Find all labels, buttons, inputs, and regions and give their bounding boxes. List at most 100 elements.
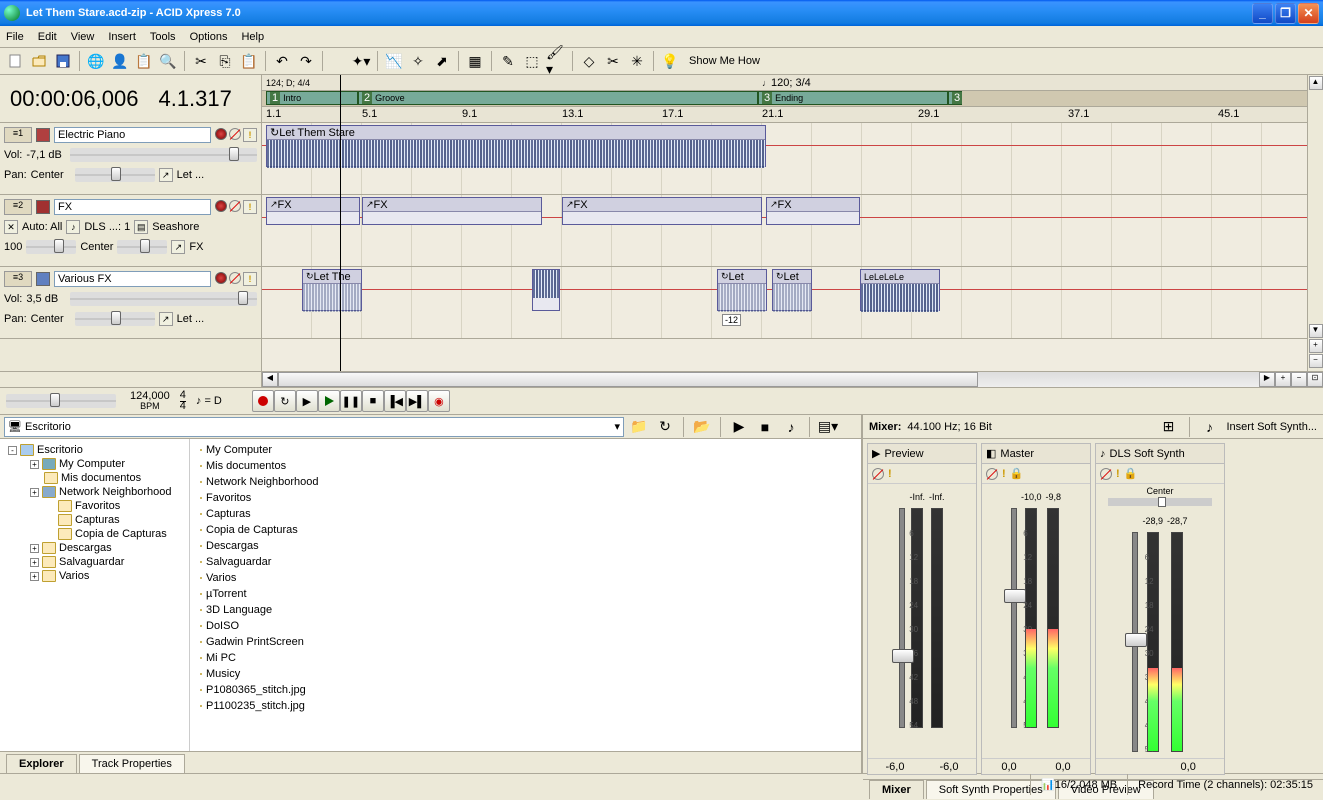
scroll-thumb[interactable] xyxy=(278,372,978,387)
file-item[interactable]: Network Neighborhood xyxy=(198,475,321,489)
go-start-button[interactable]: ▐◀ xyxy=(384,390,406,412)
track-lanes[interactable]: ↻ Let Them Stare ↗ FX ↗ FX ↗ FX ↗ FX ↻ L… xyxy=(262,123,1307,339)
file-item[interactable]: Copia de Capturas xyxy=(198,523,321,537)
tool-select-icon[interactable]: ✦▾ xyxy=(350,50,372,72)
track-color-icon[interactable] xyxy=(36,128,50,142)
lock-icon[interactable]: 🔒 xyxy=(1010,467,1024,480)
undo-icon[interactable]: ↶ xyxy=(271,50,293,72)
track-header-1[interactable]: ≡1 Electric Piano ! Vol: -7,1 dB Pan: Ce… xyxy=(0,123,261,195)
zoom-in-v-icon[interactable]: + xyxy=(1309,339,1323,353)
volume-slider[interactable] xyxy=(70,292,257,306)
tempo-marker-left[interactable]: 124; D; 4/4 xyxy=(266,78,310,88)
track-lane-3[interactable]: ↻ Let The ↻ Let -12 ↻ Let LeLeLeLe xyxy=(262,267,1307,339)
publish-icon[interactable]: 🌐 xyxy=(85,50,107,72)
mute-icon[interactable]: ! xyxy=(1002,468,1006,480)
track-name-input[interactable]: FX xyxy=(54,199,211,215)
tool-arrow-icon[interactable]: ⬈ xyxy=(431,50,453,72)
tab-mixer[interactable]: Mixer xyxy=(869,780,924,799)
expand-icon[interactable]: + xyxy=(30,572,39,581)
audio-clip[interactable]: ↻ Let The xyxy=(302,269,362,311)
mute-icon[interactable]: ! xyxy=(1116,468,1120,480)
time-signature[interactable]: 44 xyxy=(180,391,186,412)
file-item[interactable]: 3D Language xyxy=(198,603,321,617)
play-button[interactable] xyxy=(318,390,340,412)
menu-edit[interactable]: Edit xyxy=(38,31,57,43)
tree-item[interactable]: Favoritos xyxy=(4,499,185,513)
track-header-3[interactable]: ≡3 Various FX ! Vol: 3,5 dB Pan: Center … xyxy=(0,267,261,339)
preview-play-icon[interactable]: ▶ xyxy=(728,416,750,438)
pan-slider[interactable] xyxy=(117,240,167,254)
record-button[interactable] xyxy=(252,390,274,412)
new-icon[interactable] xyxy=(4,50,26,72)
send-icon[interactable]: ↗ xyxy=(159,168,173,182)
menu-insert[interactable]: Insert xyxy=(108,31,136,43)
redo-icon[interactable]: ↷ xyxy=(295,50,317,72)
file-item[interactable]: Mi PC xyxy=(198,651,321,665)
menu-help[interactable]: Help xyxy=(241,31,264,43)
tab-track-properties[interactable]: Track Properties xyxy=(79,754,185,773)
dls-icon[interactable]: ♪ xyxy=(66,220,80,234)
expand-icon[interactable]: + xyxy=(30,488,39,497)
play-start-button[interactable]: ▶ xyxy=(296,390,318,412)
copy-icon[interactable]: ⎘ xyxy=(214,50,236,72)
tree-item[interactable]: -Escritorio xyxy=(4,443,185,457)
zoom-out-v-icon[interactable]: − xyxy=(1309,354,1323,368)
end-marker[interactable]: 3 xyxy=(948,91,962,105)
expand-icon[interactable]: + xyxy=(30,460,39,469)
vel-slider[interactable] xyxy=(26,240,76,254)
new-folder-icon[interactable]: 📂 xyxy=(691,416,713,438)
fader[interactable] xyxy=(1132,532,1138,752)
midi-clip[interactable]: ↗ FX xyxy=(362,197,542,225)
open-icon[interactable] xyxy=(28,50,50,72)
tree-item[interactable]: Capturas xyxy=(4,513,185,527)
scroll-up-icon[interactable]: ▲ xyxy=(1309,76,1323,90)
refresh-icon[interactable]: ↻ xyxy=(654,416,676,438)
expand-icon[interactable]: - xyxy=(8,446,17,455)
track-name-input[interactable]: Various FX xyxy=(54,271,211,287)
go-end-button[interactable]: ▶▌ xyxy=(406,390,428,412)
pan-slider[interactable] xyxy=(75,312,155,326)
track-color-icon[interactable] xyxy=(36,200,50,214)
file-list[interactable]: My ComputerMis documentosNetwork Neighbo… xyxy=(190,439,861,739)
fader[interactable] xyxy=(899,508,905,728)
audio-clip[interactable]: ↻ Let Them Stare xyxy=(266,125,766,167)
fader[interactable] xyxy=(1011,508,1017,728)
tool-brush-icon[interactable]: 🖌▾ xyxy=(545,50,567,72)
track-header-2[interactable]: ≡2 FX ! ✕ Auto: All ♪ DLS ...: 1 ▤ Seash… xyxy=(0,195,261,267)
tool-envelope-icon[interactable]: 📉 xyxy=(383,50,405,72)
track-lane-1[interactable]: ↻ Let Them Stare xyxy=(262,123,1307,195)
lock-icon[interactable]: 🔒 xyxy=(1124,467,1138,480)
record-arm-icon[interactable] xyxy=(215,272,227,284)
menu-tools[interactable]: Tools xyxy=(150,31,176,43)
file-item[interactable]: Gadwin PrintScreen xyxy=(198,635,321,649)
file-item[interactable]: Favoritos xyxy=(198,491,321,505)
file-item[interactable]: DoISO xyxy=(198,619,321,633)
vertical-scrollbar[interactable]: ▲ ▼ + − xyxy=(1307,75,1323,371)
expand-icon[interactable]: + xyxy=(30,544,39,553)
region-marker[interactable]: 3Ending xyxy=(758,91,948,105)
file-item[interactable]: Mis documentos xyxy=(198,459,321,473)
send-icon[interactable]: ↗ xyxy=(159,312,173,326)
show-me-how-button[interactable]: Show Me How xyxy=(683,55,766,67)
mute-icon[interactable]: ! xyxy=(243,128,257,142)
tool-erase-icon[interactable]: ◇ xyxy=(578,50,600,72)
scroll-left-icon[interactable]: ◀ xyxy=(262,372,278,387)
tool-join-icon[interactable]: ✳ xyxy=(626,50,648,72)
file-item[interactable]: Varios xyxy=(198,571,321,585)
tool-snap-icon[interactable]: ▦ xyxy=(464,50,486,72)
metronome-button[interactable]: ◉ xyxy=(428,390,450,412)
auto-icon[interactable]: ✕ xyxy=(4,220,18,234)
close-button[interactable]: ✕ xyxy=(1298,3,1319,24)
help-icon[interactable]: 💡 xyxy=(659,50,681,72)
audio-clip[interactable]: LeLeLeLe xyxy=(860,269,940,311)
pan-slider[interactable] xyxy=(1158,497,1166,507)
user-icon[interactable]: 👤 xyxy=(109,50,131,72)
tempo-marker-right[interactable]: ♩120; 3/4 xyxy=(762,77,811,89)
tree-item[interactable]: +Network Neighborhood xyxy=(4,485,185,499)
scroll-right-icon[interactable]: ▶ xyxy=(1259,372,1275,387)
solo-icon[interactable] xyxy=(229,272,241,284)
track-number-icon[interactable]: ≡2 xyxy=(4,199,32,215)
preview-stop-icon[interactable]: ■ xyxy=(754,416,776,438)
fader-handle[interactable] xyxy=(1004,589,1026,603)
tree-item[interactable]: Copia de Capturas xyxy=(4,527,185,541)
